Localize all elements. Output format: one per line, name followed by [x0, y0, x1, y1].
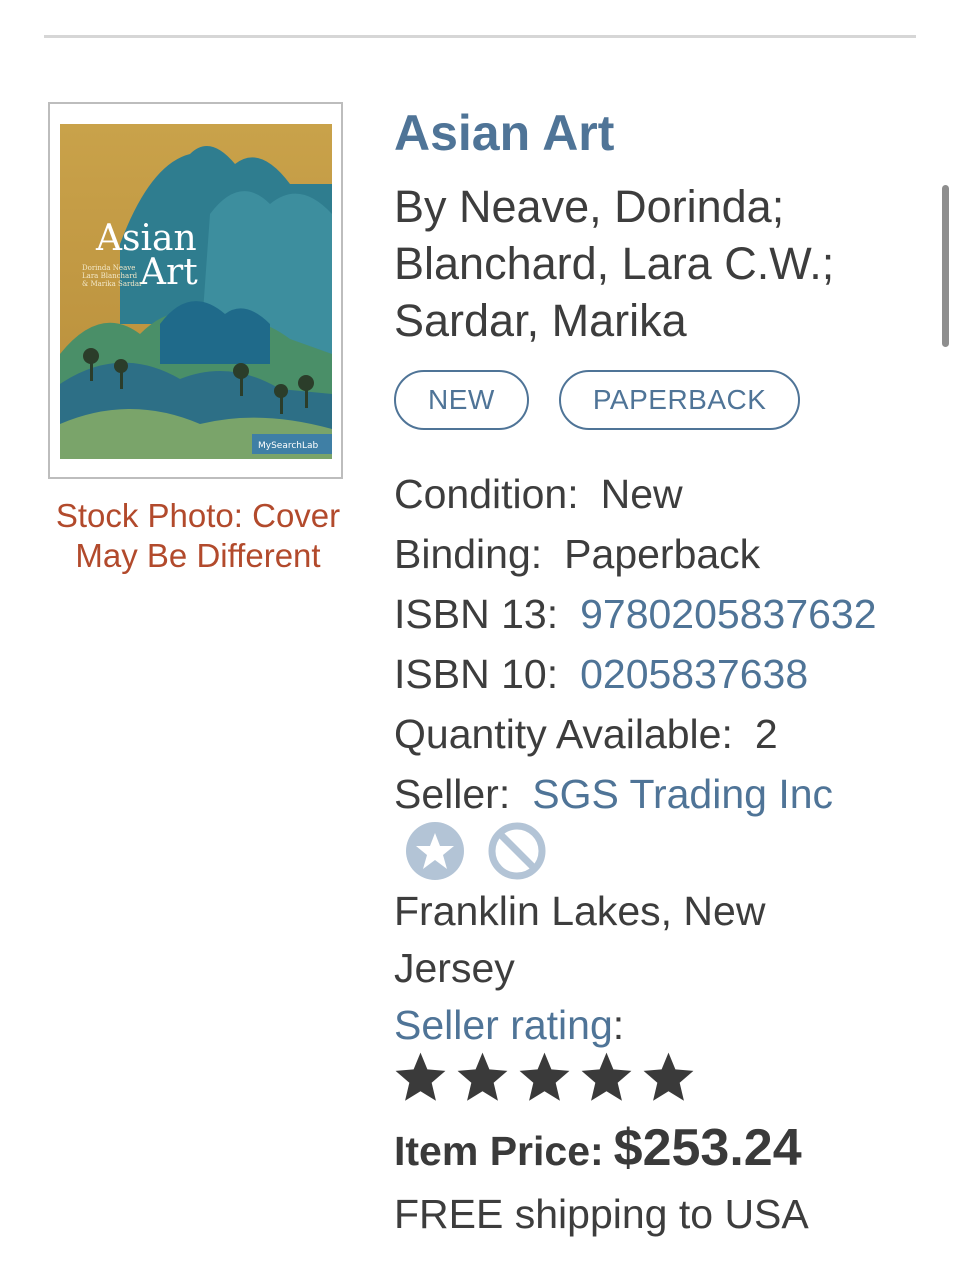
cover-author-3: & Marika Sardar: [82, 280, 143, 288]
isbn13-label: ISBN 13:: [394, 591, 559, 637]
blocked-icon[interactable]: [488, 822, 546, 880]
price-row: Item Price: $253.24: [394, 1118, 802, 1178]
seller-rating-row: Seller rating:: [394, 997, 624, 1054]
condition-row: Condition: New: [394, 464, 939, 524]
quantity-label: Quantity Available:: [394, 711, 733, 757]
condition-value: New: [600, 471, 683, 517]
isbn10-row: ISBN 10: 0205837638: [394, 644, 939, 704]
isbn10-label: ISBN 10:: [394, 651, 559, 697]
binding-row: Binding: Paperback: [394, 524, 939, 584]
star-badge-icon[interactable]: [406, 822, 464, 880]
seller-icon-group: [406, 822, 546, 880]
stock-photo-note: Stock Photo: Cover May Be Different: [55, 497, 341, 574]
star-icon: [578, 1049, 635, 1106]
seller-rating-link[interactable]: Seller rating: [394, 1002, 613, 1048]
top-divider: [44, 35, 916, 38]
cover-artwork: Asian Art Dorinda Neave Lara Blanchard &…: [60, 124, 332, 459]
seller-rating-colon: :: [612, 1002, 625, 1048]
price-label: Item Price:: [394, 1128, 604, 1174]
seller-row: Seller: SGS Trading Inc: [394, 764, 939, 824]
book-authors: By Neave, Dorinda; Blanchard, Lara C.W.;…: [394, 181, 835, 346]
seller-location: Franklin Lakes, New Jersey: [394, 888, 766, 991]
binding-badge: PAPERBACK: [558, 370, 801, 430]
seller-label: Seller:: [394, 771, 511, 817]
binding-label: Binding:: [394, 531, 543, 577]
star-icon: [640, 1049, 697, 1106]
book-title[interactable]: Asian Art: [394, 104, 614, 162]
isbn13-link[interactable]: 9780205837632: [580, 591, 876, 637]
isbn10-link[interactable]: 0205837638: [580, 651, 808, 697]
quantity-value: 2: [754, 711, 778, 757]
price-value: $253.24: [613, 1119, 802, 1177]
seller-link[interactable]: SGS Trading Inc: [532, 771, 833, 817]
condition-badge: NEW: [394, 370, 529, 430]
badge-group: NEW PAPERBACK: [394, 370, 801, 430]
cover-author-1: Dorinda Neave: [82, 264, 135, 272]
cover-author-2: Lara Blanchard: [82, 272, 138, 280]
scrollbar[interactable]: [942, 185, 949, 347]
star-icon: [392, 1049, 449, 1106]
quantity-row: Quantity Available: 2: [394, 704, 939, 764]
book-cover-image[interactable]: Asian Art Dorinda Neave Lara Blanchard &…: [48, 102, 343, 479]
shipping-info: FREE shipping to USA: [394, 1191, 809, 1237]
seller-rating-stars: [392, 1049, 697, 1106]
cover-publisher-mark: MySearchLab: [258, 441, 319, 451]
condition-label: Condition:: [394, 471, 579, 517]
book-details: Condition: New Binding: Paperback ISBN 13:…: [394, 464, 939, 824]
star-icon: [516, 1049, 573, 1106]
star-icon: [454, 1049, 511, 1106]
cover-title-line2: Art: [139, 252, 198, 293]
isbn13-row: ISBN 13: 9780205837632: [394, 584, 939, 644]
binding-value: Paperback: [564, 531, 761, 577]
